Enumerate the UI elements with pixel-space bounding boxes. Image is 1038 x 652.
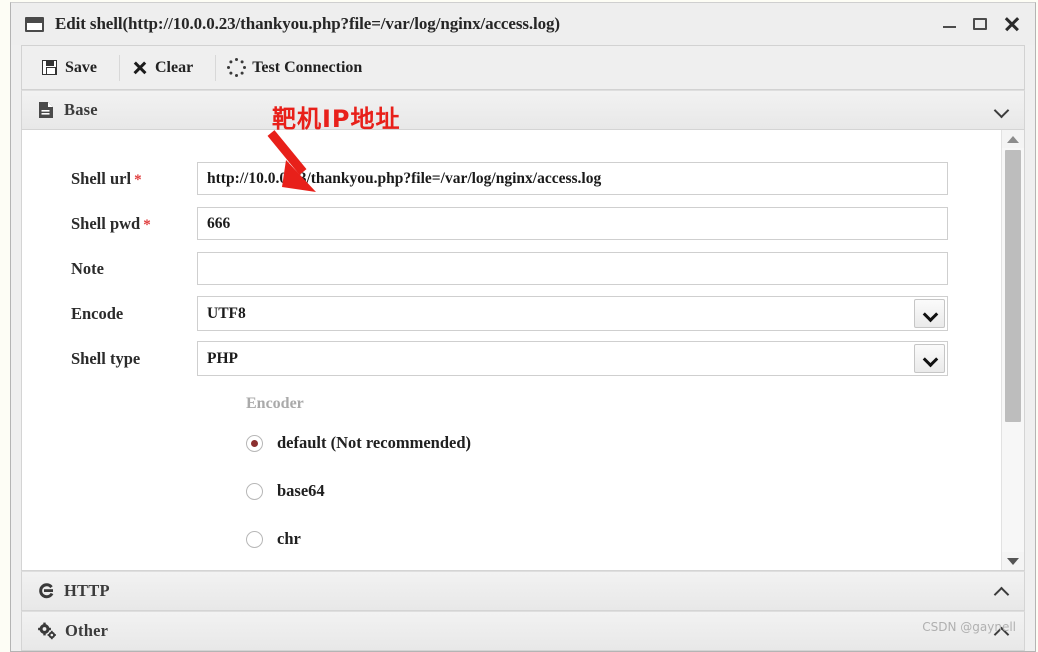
save-button[interactable]: Save (38, 55, 113, 81)
test-connection-label: Test Connection (252, 58, 363, 76)
shell-type-select[interactable]: PHP (197, 341, 948, 376)
clear-button[interactable]: Clear (128, 55, 209, 81)
encoder-group-title: Encoder (246, 395, 304, 412)
shell-form: Shell url * http://10.0.0.23/thankyou.php… (22, 130, 1001, 570)
required-star: * (143, 216, 151, 233)
shell-url-input[interactable]: http://10.0.0.23/thankyou.php?file=/var/… (197, 162, 948, 195)
form-row-shell-type: Shell type PHP (22, 336, 1001, 381)
exchange-icon (38, 582, 55, 600)
label-shell-type: Shell type (71, 348, 141, 368)
section-label-base: Base (64, 100, 98, 119)
close-icon[interactable] (1004, 17, 1019, 32)
x-mark-icon (132, 60, 147, 75)
label-shell-pwd: Shell pwd * (71, 213, 151, 233)
toolbar: Save Clear Test Connection (21, 45, 1025, 90)
toolbar-divider (119, 54, 120, 81)
label-encode: Encode (71, 303, 124, 323)
toolbar-divider (215, 54, 217, 81)
radio-button-default[interactable] (246, 434, 263, 452)
test-connection-button[interactable]: Test Connection (224, 55, 378, 81)
floppy-disk-icon (42, 60, 57, 75)
chevron-down-icon (924, 353, 936, 365)
encode-select-value: UTF8 (207, 304, 246, 322)
radio-label-chr: chr (277, 529, 301, 548)
chevron-up-icon[interactable] (994, 583, 1010, 599)
maximize-icon[interactable] (973, 18, 987, 30)
chevron-down-icon (924, 308, 936, 320)
encode-select-button[interactable] (914, 299, 945, 328)
form-row-encode: Encode UTF8 (22, 291, 1001, 336)
scrollbar-thumb[interactable] (1005, 150, 1021, 422)
vertical-scrollbar[interactable] (1001, 130, 1024, 570)
window-icon (25, 16, 44, 32)
watermark: CSDN @gaynell (922, 620, 1016, 634)
clear-button-label: Clear (155, 58, 194, 76)
form-row-note: Note (22, 246, 1001, 291)
label-shell-url: Shell url * (71, 168, 142, 188)
radio-button-chr[interactable] (246, 530, 263, 548)
radio-option-default[interactable]: default (Not recommended) (22, 419, 1001, 467)
section-header-other[interactable]: Other (21, 611, 1025, 651)
save-button-label: Save (65, 58, 97, 76)
section-label-http: HTTP (64, 581, 110, 600)
scrollbar-track[interactable] (1002, 148, 1024, 552)
base-section-body: Shell url * http://10.0.0.23/thankyou.php… (21, 130, 1025, 571)
chevron-down-icon[interactable] (994, 102, 1010, 118)
minimize-icon[interactable] (943, 19, 956, 30)
edit-shell-window: Edit shell(http://10.0.0.23/thankyou.php… (10, 2, 1036, 652)
section-header-base[interactable]: Base (21, 90, 1025, 130)
encode-select[interactable]: UTF8 (197, 296, 948, 331)
window-title: Edit shell(http://10.0.0.23/thankyou.php… (55, 14, 560, 33)
scroll-up-arrow-icon[interactable] (1002, 130, 1024, 148)
radio-label-base64: base64 (277, 481, 325, 500)
form-row-shell-url: Shell url * http://10.0.0.23/thankyou.php… (22, 156, 1001, 201)
radio-option-base64[interactable]: base64 (22, 467, 1001, 515)
section-label-other: Other (65, 621, 109, 640)
spinner-icon (226, 58, 246, 77)
radio-button-base64[interactable] (246, 482, 263, 500)
gears-icon (38, 622, 56, 640)
window-titlebar[interactable]: Edit shell(http://10.0.0.23/thankyou.php… (11, 3, 1035, 45)
shell-type-select-value: PHP (207, 349, 238, 367)
note-input[interactable] (197, 252, 948, 285)
shell-type-select-button[interactable] (914, 344, 945, 373)
label-note: Note (71, 258, 104, 278)
form-row-shell-pwd: Shell pwd * 666 (22, 201, 1001, 246)
radio-option-chr[interactable]: chr (22, 515, 1001, 563)
shell-pwd-input[interactable]: 666 (197, 207, 948, 240)
required-star: * (134, 171, 142, 188)
window-controls (943, 17, 1025, 32)
scroll-down-arrow-icon[interactable] (1002, 552, 1024, 570)
radio-label-default: default (Not recommended) (277, 433, 471, 452)
section-header-http[interactable]: HTTP (21, 571, 1025, 611)
document-icon (38, 101, 55, 119)
